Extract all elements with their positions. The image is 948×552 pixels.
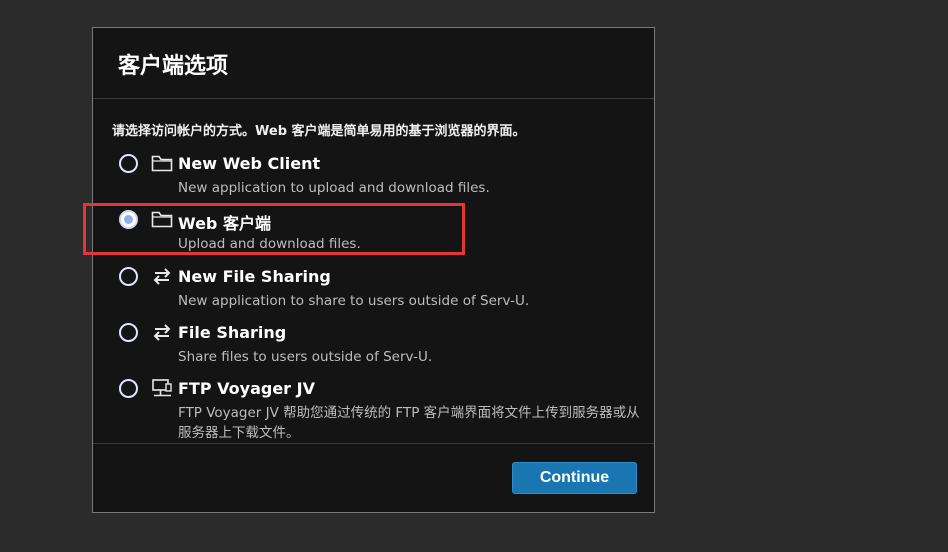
radio-button[interactable] xyxy=(119,154,138,173)
swap-arrows-icon xyxy=(151,266,173,286)
title-divider xyxy=(93,98,654,99)
option-web-client[interactable]: Web 客户端 Upload and download files. xyxy=(93,202,654,252)
option-label: Web 客户端 xyxy=(178,214,271,233)
radio-button[interactable] xyxy=(119,323,138,342)
footer-divider xyxy=(93,443,654,444)
option-label: FTP Voyager JV xyxy=(178,379,315,398)
folder-icon xyxy=(151,209,173,229)
dialog-title: 客户端选项 xyxy=(118,54,229,79)
continue-button[interactable]: Continue xyxy=(512,462,637,494)
radio-button-selected[interactable] xyxy=(119,210,138,229)
option-new-file-sharing[interactable]: New File Sharing New application to shar… xyxy=(93,259,654,309)
radio-button[interactable] xyxy=(119,267,138,286)
folder-icon xyxy=(151,153,173,173)
option-description: Upload and download files. xyxy=(178,236,361,252)
option-description: New application to upload and download f… xyxy=(178,180,490,196)
instruction-text: 请选择访问帐户的方式。Web 客户端是简单易用的基于浏览器的界面。 xyxy=(112,124,526,139)
network-computer-icon xyxy=(151,378,173,398)
option-description: Share files to users outside of Serv-U. xyxy=(178,349,433,365)
option-description: FTP Voyager JV 帮助您通过传统的 FTP 客户端界面将文件上传到服… xyxy=(178,405,640,441)
option-description: New application to share to users outsid… xyxy=(178,293,530,309)
option-file-sharing[interactable]: File Sharing Share files to users outsid… xyxy=(93,315,654,365)
client-options-dialog: 客户端选项 请选择访问帐户的方式。Web 客户端是简单易用的基于浏览器的界面。 … xyxy=(92,27,655,513)
radio-button[interactable] xyxy=(119,379,138,398)
option-label: New File Sharing xyxy=(178,267,331,286)
options-list[interactable]: New Web Client New application to upload… xyxy=(93,146,654,443)
swap-arrows-icon xyxy=(151,322,173,342)
option-label: File Sharing xyxy=(178,323,287,342)
option-label: New Web Client xyxy=(178,154,321,173)
option-ftp-voyager-jv[interactable]: FTP Voyager JV FTP Voyager JV 帮助您通过传统的 F… xyxy=(93,371,654,443)
option-new-web-client[interactable]: New Web Client New application to upload… xyxy=(93,146,654,196)
